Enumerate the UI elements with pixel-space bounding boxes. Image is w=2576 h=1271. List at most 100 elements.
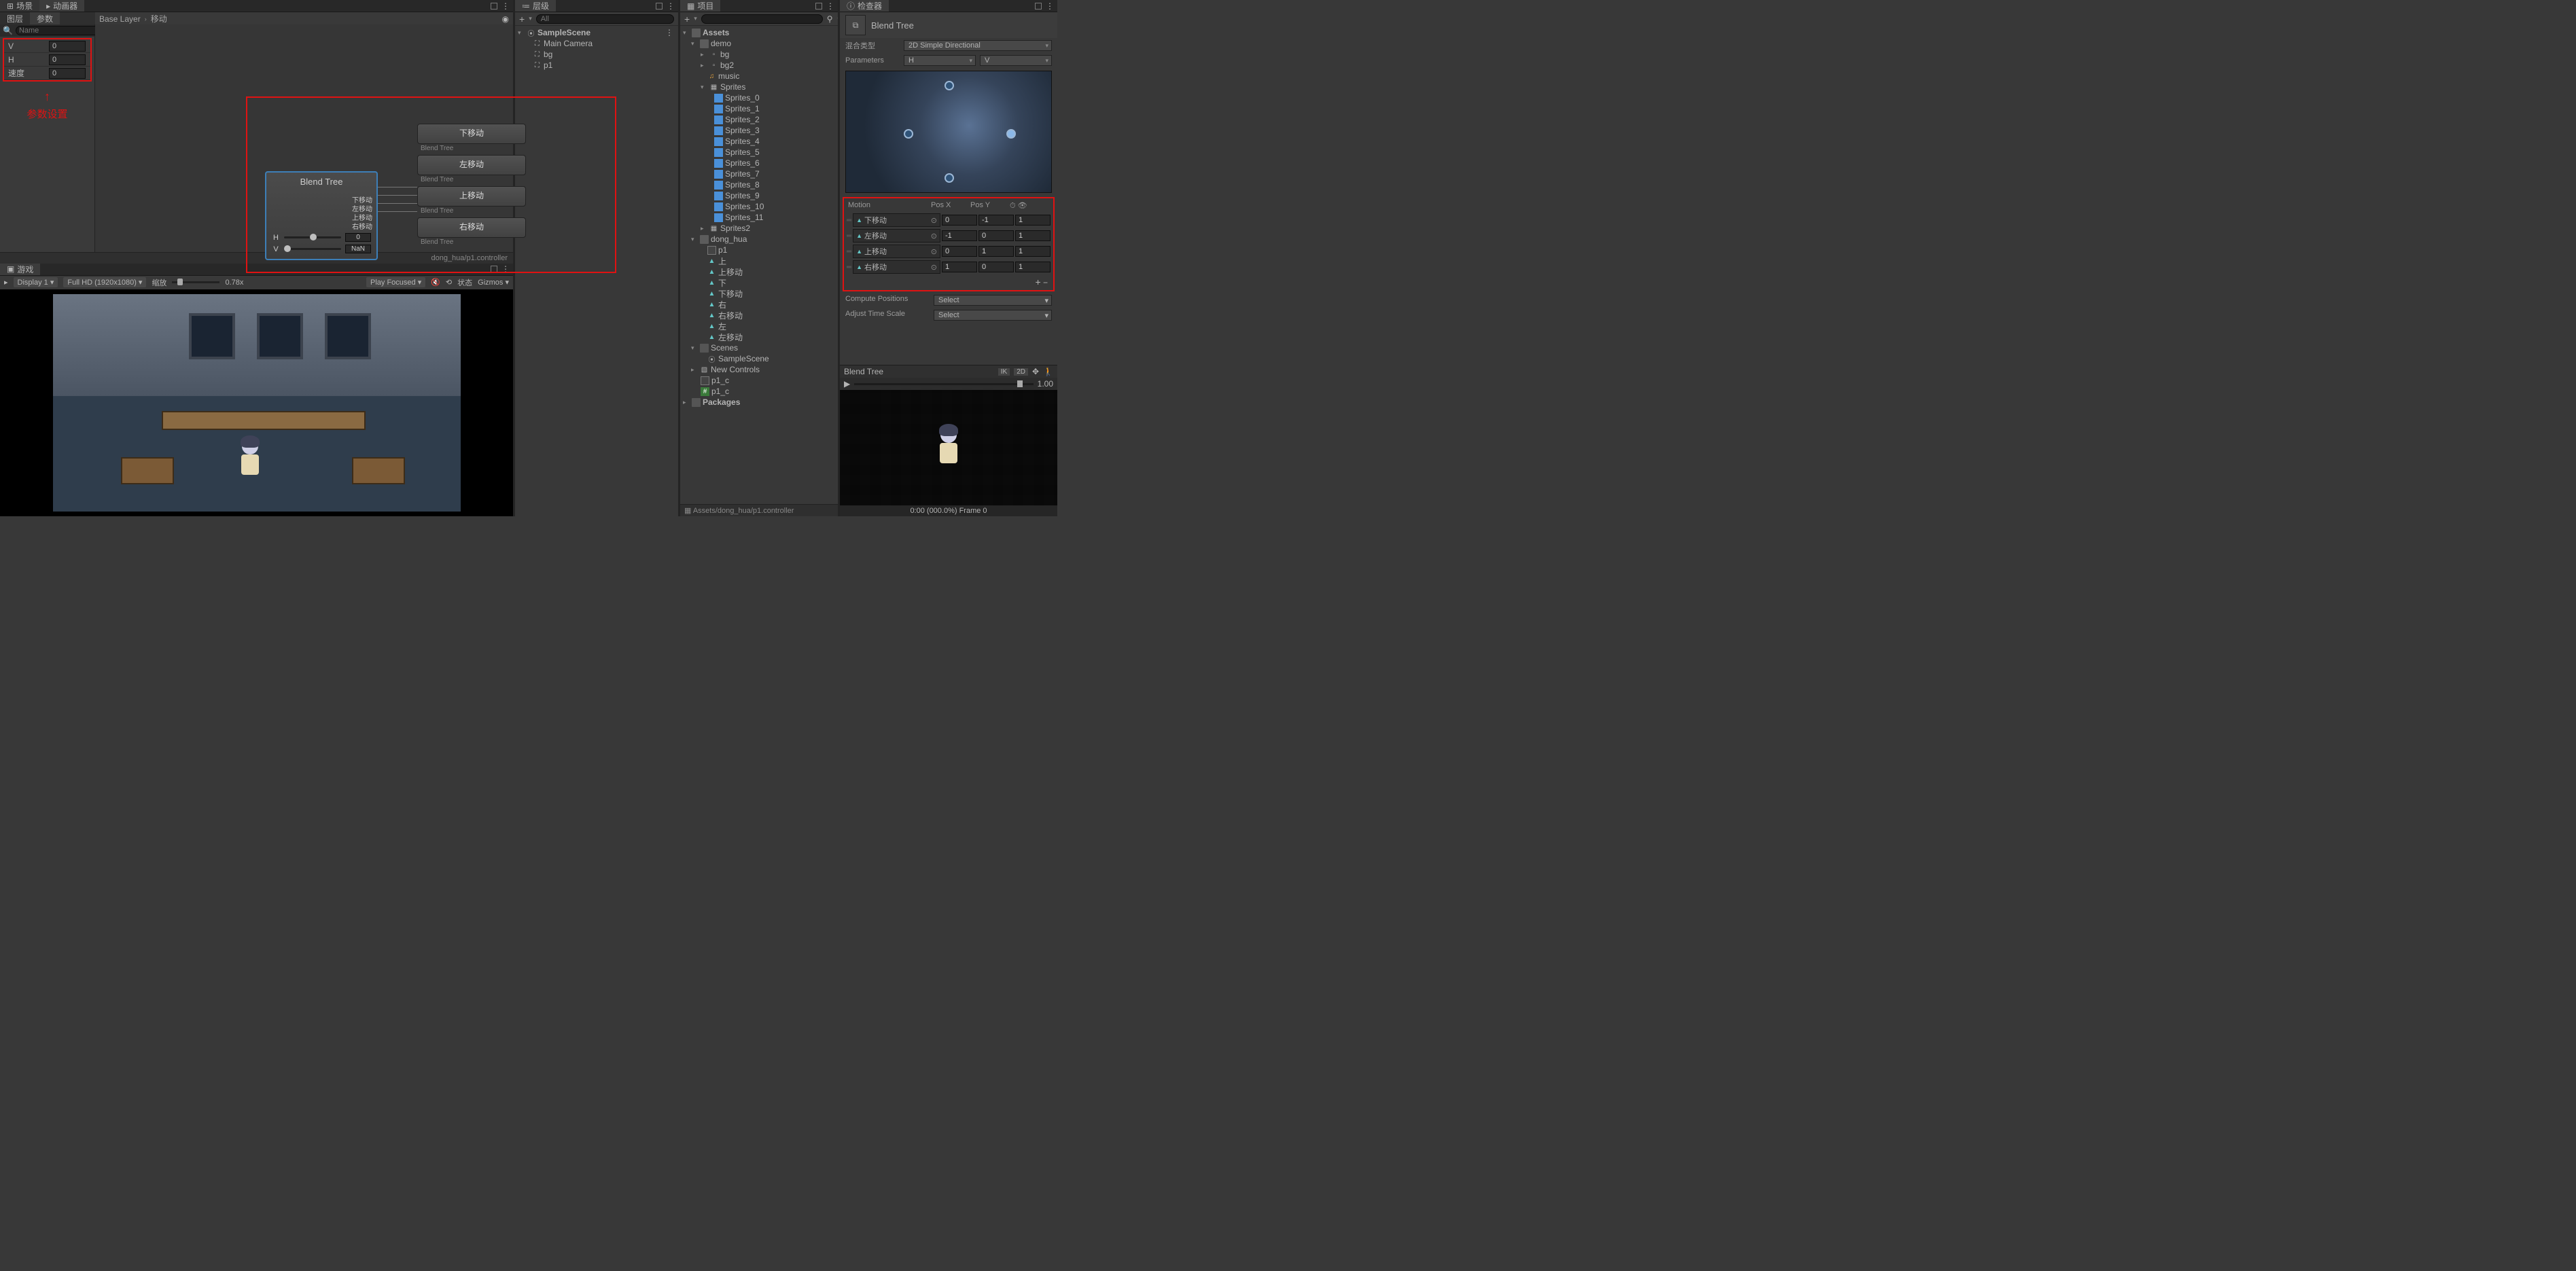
scale-slider[interactable] [172,281,219,283]
folder-row[interactable]: ▾demo [680,38,838,49]
pos-x-input[interactable] [942,215,977,226]
auto-live-link-icon[interactable]: ◉ [502,14,509,24]
blend-child-node[interactable]: 左移动Blend Tree [417,155,526,175]
time-scale-input[interactable] [1015,230,1051,241]
sprite-row[interactable]: Sprites_9 [680,190,838,201]
blend-tree-node[interactable]: Blend Tree 下移动 左移动 上移动 右移动 H0 VNaN [265,171,378,260]
sprite-row[interactable]: Sprites_6 [680,158,838,168]
blend-slider-v[interactable]: VNaN [266,243,376,255]
param-row[interactable]: V [4,39,90,53]
pos-x-input[interactable] [942,246,977,257]
motion-field[interactable]: ▲下移动⊙ [853,213,940,227]
asset-row[interactable]: ▸▧New Controls [680,364,838,375]
dock-icon[interactable] [656,3,663,10]
gizmos-dropdown[interactable]: Gizmos ▾ [478,278,509,287]
asset-row[interactable]: ▲下移动 [680,288,838,299]
drag-handle-icon[interactable]: ═ [847,248,851,255]
project-search-input[interactable] [701,14,823,24]
play-icon[interactable]: ▶ [844,379,850,389]
asset-row[interactable]: ▲左移动 [680,332,838,342]
人-icon[interactable]: 🚶 [1043,367,1053,376]
filter-icon[interactable]: ⚲ [827,14,833,24]
preview-timeline[interactable] [854,383,1033,385]
scene-menu-icon[interactable]: ⋮ [665,28,678,37]
blend-child-node[interactable]: 下移动Blend Tree [417,124,526,144]
motion-row[interactable]: ═▲右移动⊙ [845,259,1052,274]
drag-handle-icon[interactable]: ═ [847,217,851,224]
asset-row[interactable]: p1_c [680,375,838,386]
motion-field[interactable]: ▲右移动⊙ [853,260,940,274]
asset-row[interactable]: ▲右 [680,299,838,310]
sprite-row[interactable]: Sprites_3 [680,125,838,136]
adjust-time-dropdown[interactable]: Select▾ [934,310,1052,321]
scene-row[interactable]: ▾⦿SampleScene⋮ [515,27,678,38]
time-scale-input[interactable] [1015,246,1051,257]
pos-x-input[interactable] [942,230,977,241]
add-motion-icon[interactable]: + [1035,276,1040,287]
tab-inspector[interactable]: ⓘ检查器 [840,0,889,12]
motion-row[interactable]: ═▲左移动⊙ [845,228,1052,243]
lock-icon[interactable] [1035,3,1042,10]
sprite-row[interactable]: Sprites_11 [680,212,838,223]
pivot-icon[interactable]: ✥ [1032,367,1039,376]
motion-row[interactable]: ═▲上移动⊙ [845,244,1052,259]
sprite-row[interactable]: Sprites_5 [680,147,838,158]
sprite-row[interactable]: Sprites_8 [680,179,838,190]
folder-row[interactable]: ▾Assets [680,27,838,38]
folder-row[interactable]: ▸Packages [680,397,838,408]
motion-row[interactable]: ═▲下移动⊙ [845,213,1052,228]
sprite-row[interactable]: Sprites_0 [680,92,838,103]
asset-row[interactable]: ⦿SampleScene [680,353,838,364]
gameobject-row[interactable]: ⛶bg [515,49,678,60]
asset-row[interactable]: p1 [680,245,838,255]
breadcrumb[interactable]: 移动 [151,13,167,24]
create-icon[interactable]: + [684,14,690,24]
blend-type-dropdown[interactable]: 2D Simple Directional▾ [904,40,1052,51]
mute-icon[interactable]: 🔇 [431,278,440,287]
asset-row[interactable]: #p1_c [680,386,838,397]
tab-project[interactable]: ▦项目 [680,0,720,12]
asset-row[interactable]: ▸▫bg2 [680,60,838,71]
time-scale-input[interactable] [1015,262,1051,272]
resolution-dropdown[interactable]: Full HD (1920x1080) ▾ [63,277,146,287]
subtab-params[interactable]: 参数 [30,12,60,24]
folder-row[interactable]: ▾▦Sprites [680,82,838,92]
hierarchy-search-input[interactable] [536,14,674,24]
vsync-icon[interactable]: ⟲ [446,278,452,287]
dock-icon[interactable] [815,3,822,10]
sprite-row[interactable]: Sprites_4 [680,136,838,147]
motion-field[interactable]: ▲上移动⊙ [853,245,940,258]
2d-button[interactable]: 2D [1014,368,1028,376]
compute-positions-dropdown[interactable]: Select▾ [934,295,1052,306]
param-row[interactable]: H [4,53,90,67]
pos-y-input[interactable] [978,230,1014,241]
asset-row[interactable]: ▸▫bg [680,49,838,60]
asset-row[interactable]: ▲左 [680,321,838,332]
breadcrumb[interactable]: Base Layer [99,14,141,24]
param-value-input[interactable] [49,68,86,79]
pane-menu-icon[interactable]: ⋮ [826,1,835,11]
gameobject-row[interactable]: ⛶Main Camera [515,38,678,49]
param-x-dropdown[interactable]: H▾ [904,55,976,66]
folder-row[interactable]: ▾Scenes [680,342,838,353]
pane-menu-icon[interactable]: ⋮ [667,1,675,11]
blend-child-node[interactable]: 上移动Blend Tree [417,186,526,207]
tab-hierarchy[interactable]: ≔层级 [515,0,556,12]
param-value-input[interactable] [49,41,86,52]
game-mode-icon[interactable]: ▸ [4,278,8,287]
asset-row[interactable]: ♫music [680,71,838,82]
gameobject-row[interactable]: ⛶p1 [515,60,678,71]
ik-button[interactable]: IK [998,368,1010,376]
pos-x-input[interactable] [942,262,977,272]
animator-graph[interactable]: Blend Tree 下移动 左移动 上移动 右移动 H0 VNaN 下移动Bl… [95,24,513,252]
blend-child-node[interactable]: 右移动Blend Tree [417,217,526,238]
pos-y-input[interactable] [978,262,1014,272]
folder-row[interactable]: ▾dong_hua [680,234,838,245]
display-dropdown[interactable]: Display 1 ▾ [14,277,58,287]
param-value-input[interactable] [49,54,86,65]
param-row[interactable]: 速度 [4,67,90,80]
sprite-row[interactable]: Sprites_1 [680,103,838,114]
drag-handle-icon[interactable]: ═ [847,232,851,240]
asset-row[interactable]: ▲下 [680,277,838,288]
param-y-dropdown[interactable]: V▾ [980,55,1052,66]
